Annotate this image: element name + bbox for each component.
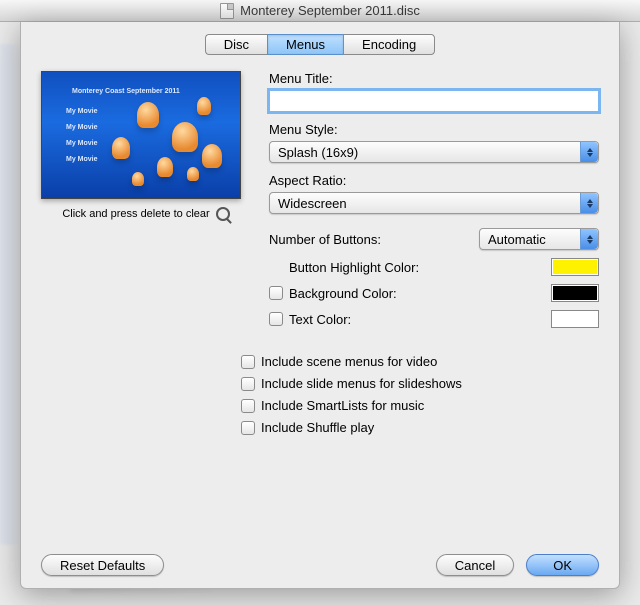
include-smartlists-checkbox[interactable] [241,399,255,413]
menu-style-label: Menu Style: [269,122,599,137]
preview-item-text: My Movie [66,124,98,131]
magnify-icon[interactable] [216,207,230,221]
document-icon [220,3,234,19]
text-color-swatch[interactable] [551,310,599,328]
include-scene-menus-label: Include scene menus for video [261,354,437,369]
background-color-swatch[interactable] [551,284,599,302]
menu-title-input[interactable] [269,90,599,112]
window-titlebar: Monterey September 2011.disc [0,0,640,22]
include-shuffle-label: Include Shuffle play [261,420,374,435]
tab-disc[interactable]: Disc [205,34,267,55]
aspect-ratio-label: Aspect Ratio: [269,173,599,188]
include-smartlists-label: Include SmartLists for music [261,398,424,413]
window-title: Monterey September 2011.disc [240,3,420,18]
popup-arrows-icon [580,142,598,162]
preview-item-text: My Movie [66,108,98,115]
preview-title-text: Monterey Coast September 2011 [72,88,180,95]
text-color-checkbox[interactable] [269,312,283,326]
include-scene-menus-checkbox[interactable] [241,355,255,369]
popup-arrows-icon [580,193,598,213]
aspect-ratio-value: Widescreen [278,196,347,211]
menu-style-popup[interactable]: Splash (16x9) [269,141,599,163]
ok-button[interactable]: OK [526,554,599,576]
num-buttons-label: Number of Buttons: [269,232,381,247]
preview-item-text: My Movie [66,156,98,163]
popup-arrows-icon [580,229,598,249]
menu-settings-sheet: Disc Menus Encoding Monterey Coast Septe… [20,22,620,589]
aspect-ratio-popup[interactable]: Widescreen [269,192,599,214]
preview-caption: Click and press delete to clear [62,208,209,220]
menu-preview[interactable]: Monterey Coast September 2011 My Movie M… [41,71,241,199]
num-buttons-value: Automatic [488,232,546,247]
tab-encoding[interactable]: Encoding [343,34,435,55]
preview-item-text: My Movie [66,140,98,147]
menu-style-value: Splash (16x9) [278,145,358,160]
background-color-label: Background Color: [289,286,397,301]
background-color-checkbox[interactable] [269,286,283,300]
menu-title-label: Menu Title: [269,71,599,86]
reset-defaults-button[interactable]: Reset Defaults [41,554,164,576]
num-buttons-popup[interactable]: Automatic [479,228,599,250]
settings-tabs: Disc Menus Encoding [41,34,599,55]
highlight-color-label: Button Highlight Color: [289,260,419,275]
include-slide-menus-label: Include slide menus for slideshows [261,376,462,391]
highlight-color-swatch[interactable] [551,258,599,276]
include-slide-menus-checkbox[interactable] [241,377,255,391]
text-color-label: Text Color: [289,312,351,327]
tab-menus[interactable]: Menus [267,34,343,55]
include-shuffle-checkbox[interactable] [241,421,255,435]
cancel-button[interactable]: Cancel [436,554,514,576]
